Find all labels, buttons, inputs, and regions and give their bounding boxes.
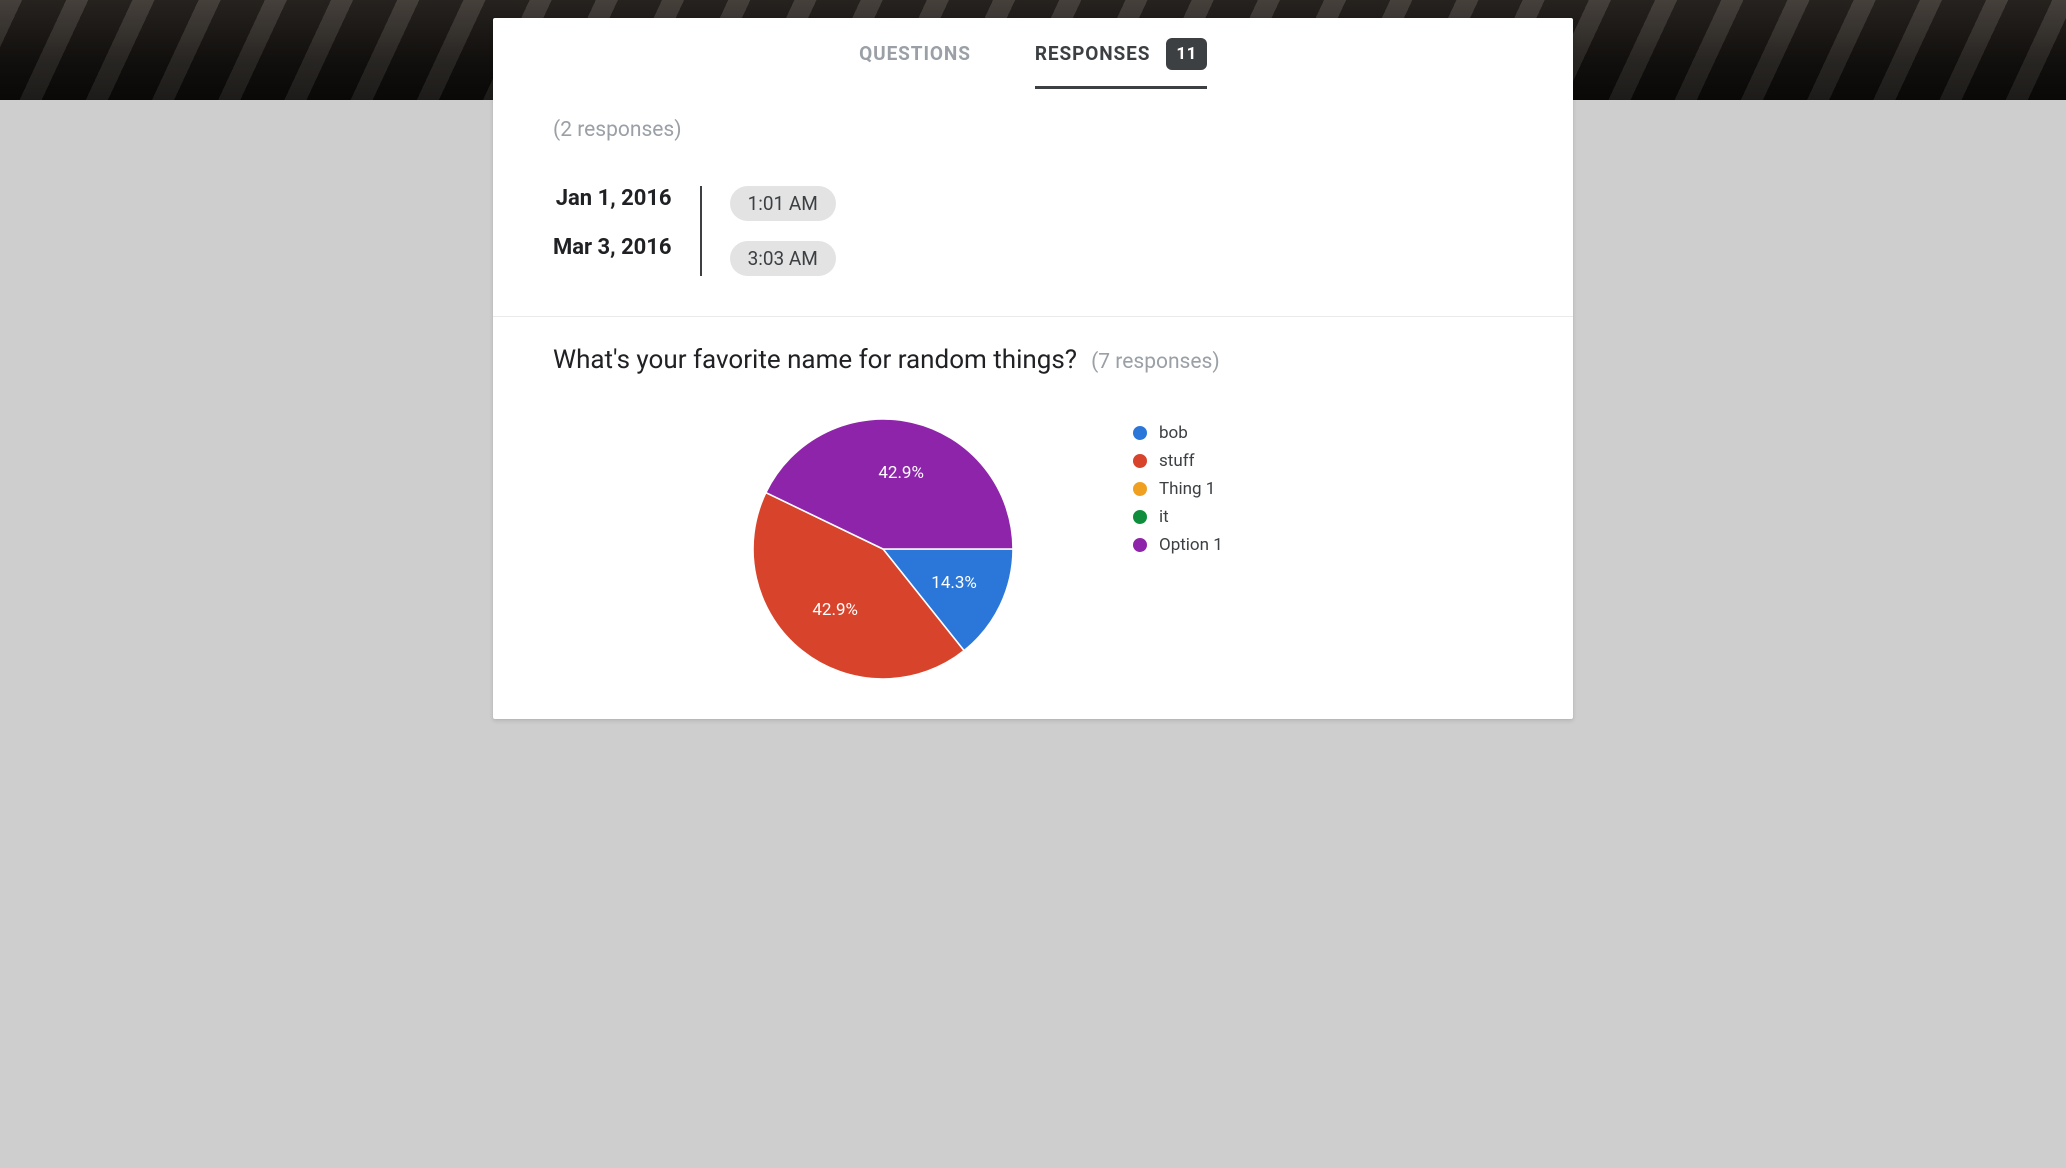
legend-color-dot — [1133, 510, 1147, 524]
tabs: QUESTIONS RESPONSES 11 — [493, 18, 1573, 90]
time-dates: Jan 1, 2016 Mar 3, 2016 — [553, 186, 702, 276]
time-chip: 3:03 AM — [730, 241, 836, 276]
form-responses-card: QUESTIONS RESPONSES 11 (2 responses) Jan… — [493, 18, 1573, 719]
form-responses-card-wrap: QUESTIONS RESPONSES 11 (2 responses) Jan… — [493, 0, 1573, 719]
time-chips: 1:01 AM 3:03 AM — [702, 186, 836, 276]
time-chip: 1:01 AM — [730, 186, 836, 221]
legend-label: stuff — [1159, 451, 1195, 471]
legend-item[interactable]: it — [1133, 507, 1223, 527]
time-responses-list: Jan 1, 2016 Mar 3, 2016 1:01 AM 3:03 AM — [553, 186, 1513, 276]
question-title-row: What's your favorite name for random thi… — [553, 345, 1513, 375]
legend-color-dot — [1133, 482, 1147, 496]
legend-label: bob — [1159, 423, 1188, 443]
legend-label: Thing 1 — [1159, 479, 1215, 499]
tab-questions[interactable]: QUESTIONS — [859, 18, 971, 89]
legend-color-dot — [1133, 454, 1147, 468]
legend-color-dot — [1133, 426, 1147, 440]
legend-color-dot — [1133, 538, 1147, 552]
question-response-count: (7 responses) — [1091, 350, 1220, 374]
tab-responses[interactable]: RESPONSES 11 — [1035, 18, 1207, 89]
pie-chart: 14.3%42.9%42.9% — [753, 419, 1013, 679]
chart-legend: bob stuff Thing 1 it Option 1 — [1133, 423, 1223, 679]
legend-item[interactable]: Option 1 — [1133, 535, 1223, 555]
legend-item[interactable]: Thing 1 — [1133, 479, 1223, 499]
legend-label: Option 1 — [1159, 535, 1223, 555]
tab-responses-label: RESPONSES — [1035, 42, 1151, 65]
chart-wrap: 14.3%42.9%42.9% bob stuff Thing 1 it Option … — [553, 419, 1513, 679]
section-time-responses: (2 responses) Jan 1, 2016 Mar 3, 2016 1:… — [493, 90, 1573, 316]
legend-item[interactable]: bob — [1133, 423, 1223, 443]
section-question-chart: What's your favorite name for random thi… — [493, 317, 1573, 719]
legend-label: it — [1159, 507, 1169, 527]
time-date: Jan 1, 2016 — [553, 186, 672, 211]
time-responses-count: (2 responses) — [553, 118, 1513, 142]
tab-questions-label: QUESTIONS — [859, 42, 971, 65]
question-title: What's your favorite name for random thi… — [553, 345, 1077, 375]
time-date: Mar 3, 2016 — [553, 235, 672, 260]
responses-count-badge: 11 — [1166, 38, 1207, 70]
legend-item[interactable]: stuff — [1133, 451, 1223, 471]
